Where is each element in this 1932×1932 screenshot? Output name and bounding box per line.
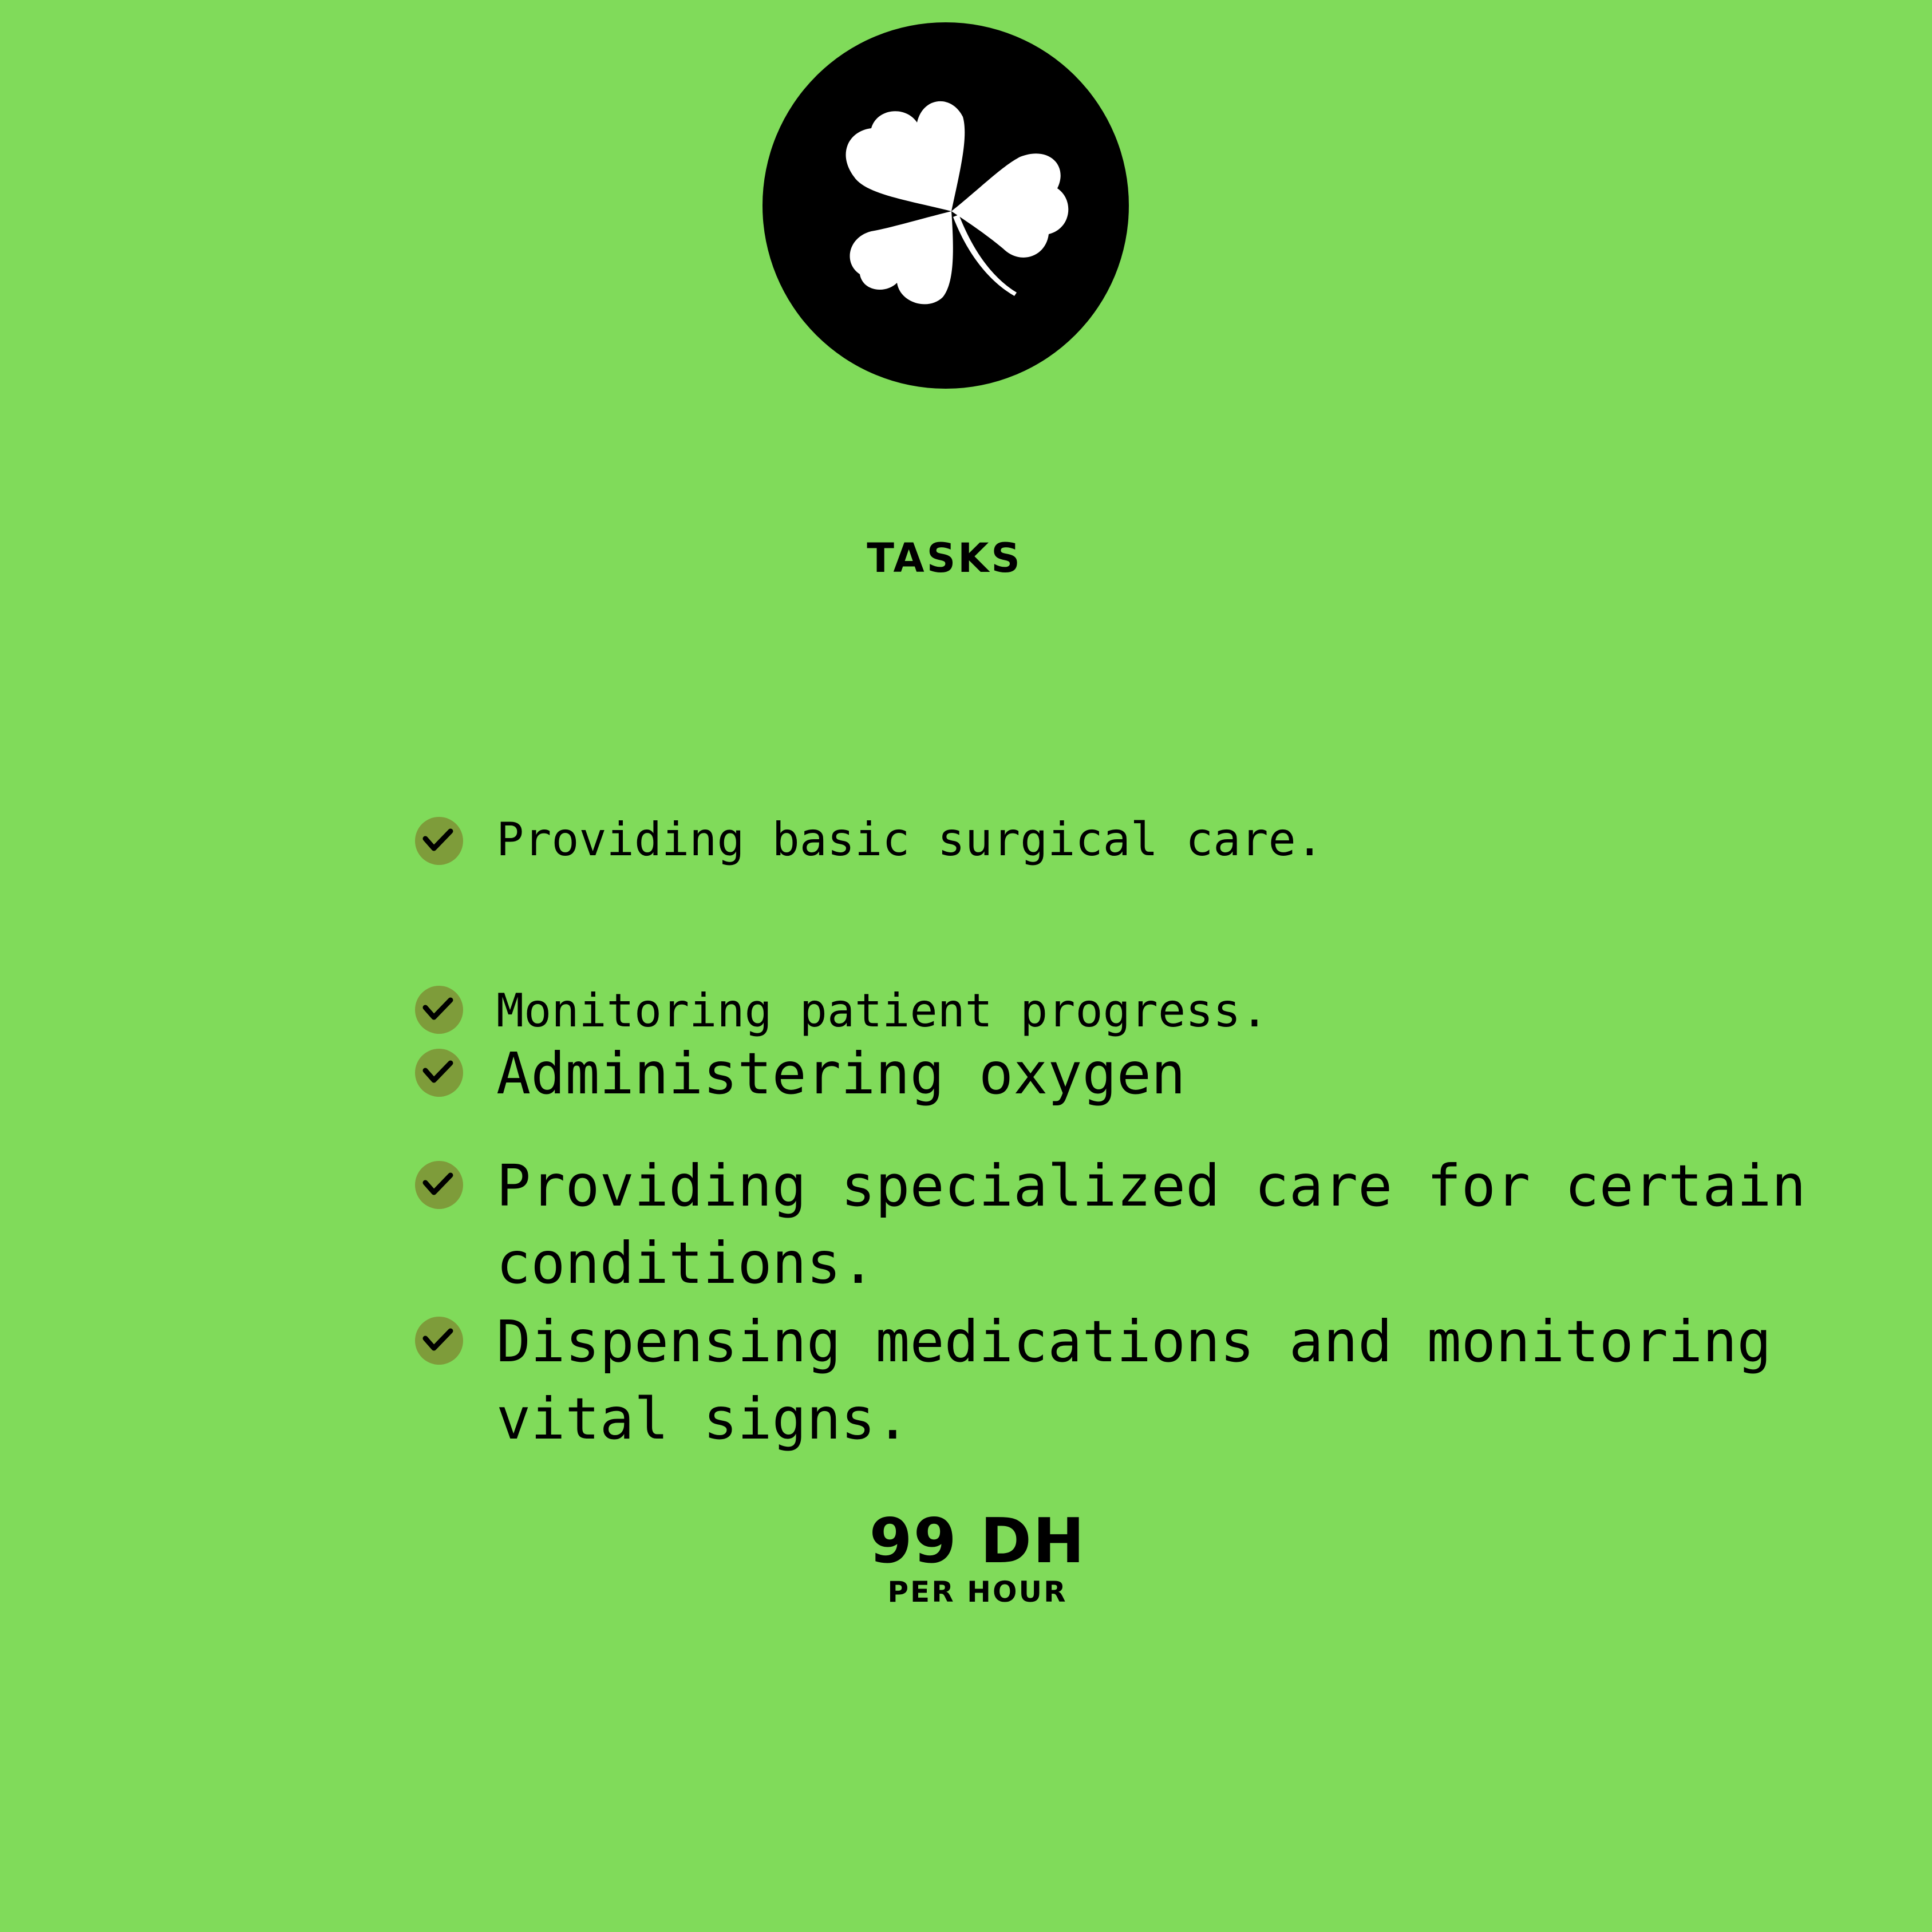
check-icon	[415, 817, 463, 865]
price-amount: 99 DH	[869, 1506, 1086, 1577]
check-icon	[415, 1317, 463, 1365]
task-text-line: Dispensing medications and monitoring	[496, 1308, 1772, 1375]
check-icon	[415, 1161, 463, 1209]
task-item: Monitoring patient progress.	[415, 984, 1269, 1040]
page-title: TASKS	[867, 535, 1022, 582]
task-item: Providing specialized care for certain c…	[415, 1152, 1806, 1302]
task-text: Monitoring patient progress.	[496, 984, 1269, 1037]
task-text-line: vital signs.	[496, 1385, 910, 1452]
shamrock-icon	[846, 101, 1069, 305]
task-item: Dispensing medications and monitoring vi…	[415, 1308, 1772, 1457]
task-item: Administering oxygen	[415, 1040, 1186, 1112]
task-text: Providing specialized care for certain c…	[496, 1147, 1806, 1302]
check-icon	[415, 1049, 463, 1097]
task-text-line: conditions.	[496, 1230, 876, 1297]
task-text: Providing basic surgical care.	[496, 813, 1323, 866]
shamrock-logo	[762, 22, 1129, 389]
check-icon	[415, 986, 463, 1034]
task-text: Administering oxygen	[496, 1040, 1186, 1107]
task-item: Providing basic surgical care.	[415, 813, 1323, 868]
task-text-line: Providing specialized care for certain	[496, 1152, 1806, 1219]
task-text: Dispensing medications and monitoring vi…	[496, 1303, 1772, 1457]
price-unit: PER HOUR	[887, 1575, 1068, 1609]
